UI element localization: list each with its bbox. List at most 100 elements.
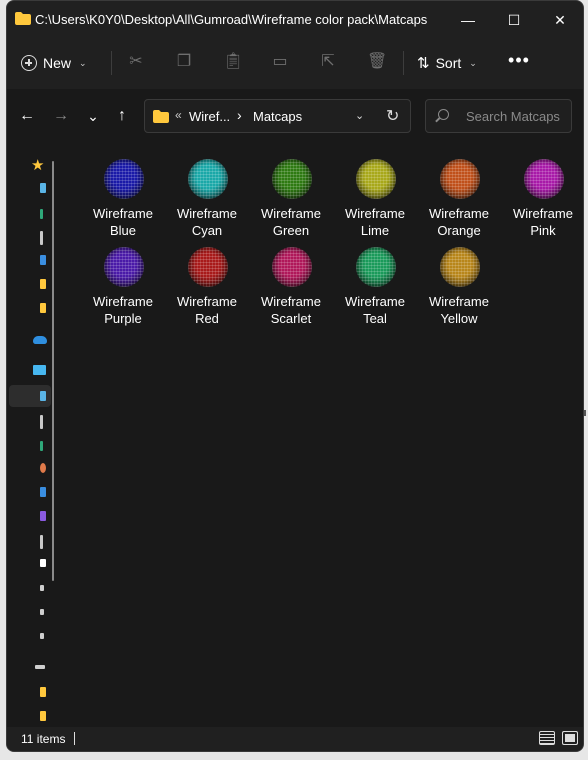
large-icons-view-button[interactable] [562,731,578,745]
matcap-thumbnail [268,243,316,291]
file-name-line: Wireframe [93,206,153,221]
overflow-chevron[interactable]: « [175,108,182,122]
onedrive-icon[interactable] [33,336,47,344]
share-icon[interactable]: ⇱ [319,53,337,71]
chevron-down-icon: ⌄ [79,57,87,68]
copy-icon[interactable]: ❐ [175,53,193,71]
this-pc-icon[interactable] [33,365,46,375]
divider [111,51,112,75]
folder-icon [15,12,31,25]
file-name: Wireframe Purple [81,293,165,327]
details-view-button[interactable] [539,731,555,745]
refresh-icon[interactable]: ↻ [386,106,399,126]
file-name: Wireframe Pink [501,205,583,239]
forward-button[interactable]: → [49,103,73,129]
file-item[interactable]: Wireframe Pink [501,149,583,238]
file-item[interactable]: Wireframe Lime [333,149,417,238]
matcap-thumbnail [184,155,232,203]
file-item[interactable]: Wireframe Scarlet [249,237,333,326]
folder-icon[interactable] [40,711,46,721]
file-name-line: Wireframe [261,206,321,221]
folder-icon[interactable] [40,687,46,697]
file-item[interactable]: Wireframe Blue [81,149,165,238]
file-item[interactable]: Wireframe Yellow [417,237,501,326]
wireframe-sphere-image [272,159,312,199]
breadcrumb-current[interactable]: Matcaps [253,109,302,124]
pictures-icon[interactable] [40,487,46,497]
file-name-line: Teal [363,311,387,326]
folder-icon[interactable] [40,303,46,313]
delete-icon[interactable]: 🗑︎ [367,53,387,71]
cut-icon[interactable]: ✂ [127,53,145,71]
file-item[interactable]: Wireframe Orange [417,149,501,238]
file-item[interactable]: Wireframe Purple [81,237,165,326]
search-input[interactable]: Search Matcaps [425,99,572,133]
folder-icon[interactable] [40,279,46,289]
pictures-icon[interactable] [40,255,46,265]
address-bar[interactable]: « Wiref... › Matcaps ⌄ ↻ [144,99,411,133]
drive-icon[interactable] [40,609,44,615]
rename-icon[interactable]: ▭ [271,53,289,71]
download-icon[interactable] [40,209,43,219]
new-button-label: New [43,55,72,71]
drive-icon[interactable] [40,535,43,549]
command-bar: New ⌄ ✂ ❐ 📋︎ ▭ ⇱ 🗑︎ ⇅ Sort ⌄ ••• [7,39,583,87]
music-icon[interactable] [40,463,46,473]
drive-icon[interactable] [40,633,44,639]
file-name-line: Yellow [440,311,478,326]
divider [403,51,404,75]
file-name: Wireframe Green [249,205,333,239]
chevron-down-icon[interactable]: ⌄ [355,109,364,122]
file-explorer-window: C:\Users\K0Y0\Desktop\All\Gumroad\Wirefr… [6,0,584,752]
desktop-icon[interactable] [40,183,46,193]
file-name: Wireframe Orange [417,205,501,239]
matcap-thumbnail [520,155,568,203]
matcap-thumbnail [268,155,316,203]
new-button[interactable]: New ⌄ [21,51,87,75]
file-name: Wireframe Teal [333,293,417,327]
recent-locations-button[interactable]: ⌄ [81,103,105,129]
wireframe-sphere-image [188,159,228,199]
sort-button[interactable]: ⇅ Sort ⌄ [417,51,477,75]
drive-icon[interactable] [40,585,44,591]
file-name-line: Wireframe [345,294,405,309]
drive-icon[interactable] [40,559,46,567]
matcap-thumbnail [436,155,484,203]
minimize-button[interactable]: — [445,7,491,33]
file-item[interactable]: Wireframe Green [249,149,333,238]
file-item[interactable]: Wireframe Teal [333,237,417,326]
file-item[interactable]: Wireframe Cyan [165,149,249,238]
document-icon[interactable] [40,415,43,429]
title-bar[interactable]: C:\Users\K0Y0\Desktop\All\Gumroad\Wirefr… [7,1,583,39]
file-name-line: Wireframe [345,206,405,221]
file-name: Wireframe Scarlet [249,293,333,327]
star-icon[interactable]: ★ [31,156,44,174]
scrollbar[interactable] [52,161,54,581]
window-title: C:\Users\K0Y0\Desktop\All\Gumroad\Wirefr… [35,12,428,27]
matcap-thumbnail [100,155,148,203]
more-options-button[interactable]: ••• [507,51,531,75]
paste-icon[interactable]: 📋︎ [223,53,243,71]
back-button[interactable]: ← [15,103,39,129]
videos-icon[interactable] [40,511,46,521]
file-name-line: Wireframe [513,206,573,221]
download-icon[interactable] [40,441,43,451]
document-icon[interactable] [40,231,43,245]
maximize-button[interactable]: ☐ [491,7,537,33]
file-item[interactable]: Wireframe Red [165,237,249,326]
matcap-thumbnail [184,243,232,291]
wireframe-sphere-image [356,247,396,287]
matcap-thumbnail [436,243,484,291]
wireframe-sphere-image [524,159,564,199]
network-icon[interactable] [35,665,45,669]
file-name: Wireframe Red [165,293,249,327]
file-name-line: Wireframe [261,294,321,309]
up-button[interactable]: ↑ [110,103,134,129]
wireframe-sphere-image [104,247,144,287]
sort-button-label: Sort [435,55,462,71]
breadcrumb-parent[interactable]: Wiref... [189,109,230,124]
desktop-icon[interactable] [40,391,46,401]
close-button[interactable]: ✕ [537,7,583,33]
breadcrumb-separator[interactable]: › [237,107,242,123]
wireframe-sphere-image [356,159,396,199]
